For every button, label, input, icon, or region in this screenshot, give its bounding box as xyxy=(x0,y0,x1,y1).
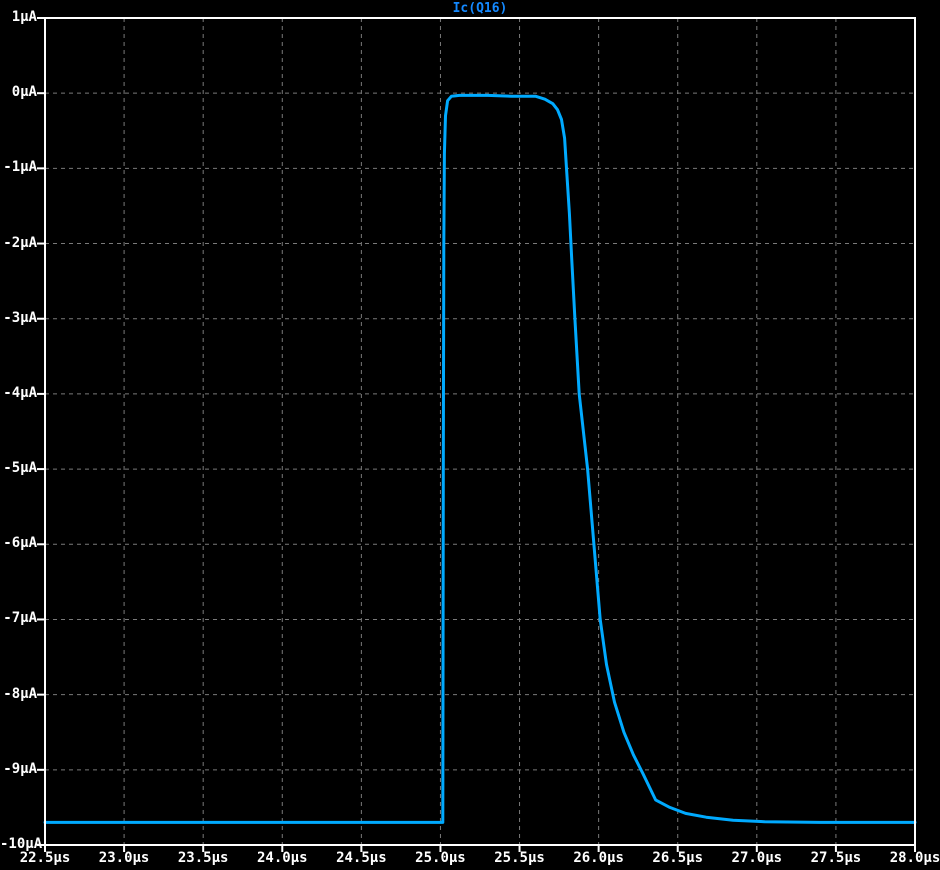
y-tick-label: 0µA xyxy=(11,84,37,101)
y-tick-label: -9µA xyxy=(3,760,37,777)
x-tick-label: 27.0µs xyxy=(731,850,783,866)
y-tick-label: -1µA xyxy=(3,159,37,176)
y-tick-label: -3µA xyxy=(3,309,37,326)
y-tick-label: -5µA xyxy=(3,460,37,477)
waveform-viewer-pane: Ic(Q16) 22.5µs 23.0µs 23.5µs 24.0µs 24.5µs 25… xyxy=(0,0,940,870)
x-tick-label: 24.5µs xyxy=(336,850,387,866)
y-tick-label: -8µA xyxy=(3,685,37,702)
plot-border xyxy=(44,17,916,846)
x-tick-label: 26.0µs xyxy=(573,850,624,866)
x-tick-label: 25.0µs xyxy=(415,850,466,866)
y-tick-label: -4µA xyxy=(3,384,37,401)
x-tick-label: 25.5µs xyxy=(494,850,545,866)
y-tick-label: -7µA xyxy=(3,610,37,627)
x-tick-label: 22.5µs xyxy=(19,850,71,866)
x-tick-label: 23.5µs xyxy=(177,850,229,866)
x-tick-label: 23.0µs xyxy=(98,850,150,866)
x-tick-label: 27.5µs xyxy=(810,850,862,866)
plot-canvas[interactable] xyxy=(0,0,940,870)
x-tick-label: 24.0µs xyxy=(256,850,308,866)
y-tick-label: 1µA xyxy=(11,9,37,25)
y-tick-label: -10µA xyxy=(0,836,43,852)
x-tick-label: 26.5µs xyxy=(652,850,703,866)
x-tick-label: 28.0µs xyxy=(889,850,940,866)
waveform-trace[interactable] xyxy=(43,93,917,824)
y-tick-label: -2µA xyxy=(3,234,37,251)
y-tick-label: -6µA xyxy=(3,535,37,552)
